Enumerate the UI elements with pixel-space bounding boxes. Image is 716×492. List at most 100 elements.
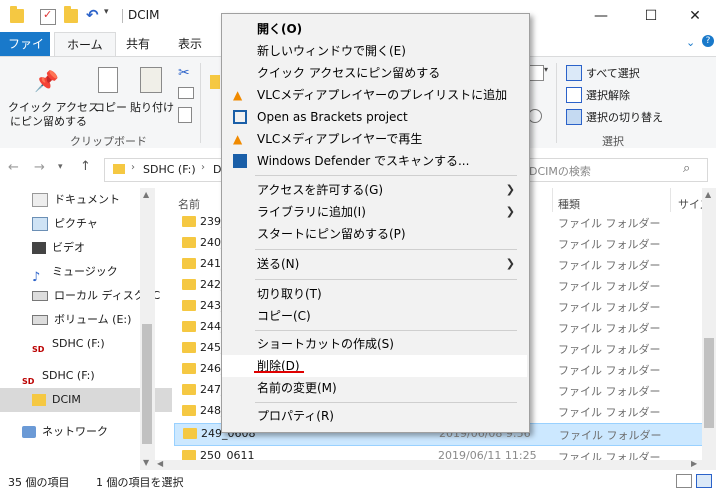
menu-item-cut[interactable]: 切り取り(T) <box>222 283 527 305</box>
paste-icon[interactable] <box>140 67 162 93</box>
select-all-icon[interactable] <box>566 65 582 81</box>
properties-icon[interactable]: ✓ <box>40 8 56 25</box>
vlc-cone-icon: ▲ <box>233 88 243 102</box>
scroll-left-icon[interactable]: ◀ <box>157 459 163 468</box>
select-none-button[interactable]: 選択解除 <box>586 87 630 103</box>
list-item-name: 250_0611 <box>200 449 255 460</box>
scroll-up-icon[interactable]: ▲ <box>705 190 711 199</box>
tab-file[interactable]: ファイル <box>0 32 50 75</box>
menu-item-send-to[interactable]: 送る(N) ❯ <box>222 253 527 275</box>
search-icon[interactable]: ⌕ <box>683 161 690 176</box>
chevron-down-icon[interactable]: ▾ <box>104 7 118 21</box>
menu-item-defender-scan[interactable]: Windows Defender でスキャンする... <box>222 150 527 172</box>
breadcrumb-drive[interactable]: SDHC (F:) <box>143 163 196 176</box>
menu-item-copy[interactable]: コピー(C) <box>222 305 527 327</box>
nav-label: ネットワーク <box>42 425 108 438</box>
navigation-pane: ドキュメント ピクチャ ビデオ ♪ ミュージック ローカル ディスク (C ボリュ… <box>0 188 172 470</box>
menu-item-vlc-play[interactable]: ▲ VLCメディアプレイヤーで再生 <box>222 128 527 150</box>
undo-icon[interactable]: ↶ <box>86 6 100 24</box>
title-divider <box>122 9 123 23</box>
nav-scrollbar[interactable]: ▲ ▼ <box>140 188 155 470</box>
tab-home[interactable]: ホーム <box>54 32 116 57</box>
breadcrumb-chevron-icon[interactable]: › <box>131 162 135 173</box>
address-box[interactable]: › SDHC (F:) › D <box>104 158 226 182</box>
scroll-down-icon[interactable]: ▼ <box>143 458 149 467</box>
menu-item-create-shortcut[interactable]: ショートカットの作成(S) <box>222 333 527 355</box>
large-icons-view-icon[interactable] <box>696 474 712 488</box>
details-view-icon[interactable] <box>676 474 692 488</box>
tab-share[interactable]: 共有 <box>114 32 162 56</box>
menu-item-label: プロパティ(R) <box>257 409 334 423</box>
recent-chevron-icon[interactable]: ▾ <box>58 162 63 172</box>
menu-item-open-brackets[interactable]: Open as Brackets project <box>222 106 527 128</box>
menu-item-vlc-playlist[interactable]: ▲ VLCメディアプレイヤーのプレイリストに追加 <box>222 84 527 106</box>
copy-path-icon[interactable] <box>178 87 194 99</box>
folder-icon <box>182 258 196 269</box>
horizontal-scrollbar[interactable]: ◀ ▶ <box>155 459 702 470</box>
invert-selection-button[interactable]: 選択の切り替え <box>586 109 663 125</box>
nav-item-network[interactable]: ネットワーク <box>0 420 162 444</box>
folder-icon <box>182 321 196 332</box>
column-divider[interactable] <box>670 188 671 212</box>
column-name-header[interactable]: 名前 <box>178 196 200 212</box>
tab-view[interactable]: 表示 <box>166 32 214 56</box>
list-item-type: ファイル フォルダー <box>559 429 662 442</box>
menu-item-add-to-library[interactable]: ライブラリに追加(I) ❯ <box>222 201 527 223</box>
cut-icon[interactable]: ✂ <box>178 65 190 81</box>
status-bar: 35 個の項目 1 個の項目を選択 <box>0 470 716 492</box>
move-icon[interactable] <box>210 75 220 89</box>
help-icon[interactable]: ? <box>702 35 714 47</box>
folder-icon <box>32 394 46 406</box>
scroll-thumb[interactable] <box>142 324 152 444</box>
menu-item-pin-quick-access[interactable]: クイック アクセスにピン留めする <box>222 62 527 84</box>
maximize-button[interactable]: ☐ <box>628 0 674 32</box>
select-none-icon[interactable] <box>566 87 582 103</box>
paste-shortcut-icon[interactable] <box>178 107 192 123</box>
search-box[interactable]: DCIMの検索 ⌕ <box>510 158 708 182</box>
picture-icon <box>32 217 48 231</box>
copy-icon[interactable] <box>98 67 118 93</box>
sd-card-icon: SD <box>32 345 45 354</box>
column-type-header[interactable]: 種類 <box>558 196 580 212</box>
menu-item-open-new-window[interactable]: 新しいウィンドウで開く(E) <box>222 40 527 62</box>
list-item-type: ファイル フォルダー <box>558 385 661 398</box>
menu-separator <box>255 402 517 403</box>
scroll-thumb[interactable] <box>704 338 714 428</box>
open-icon[interactable] <box>528 65 544 81</box>
scroll-up-icon[interactable]: ▲ <box>143 190 149 199</box>
list-item[interactable]: 250_0611 2019/06/11 11:25 ファイル フォルダー <box>174 446 702 460</box>
menu-item-pin-start[interactable]: スタートにピン留めする(P) <box>222 223 527 245</box>
pin-quick-access-label-2[interactable]: にピン留めする <box>10 113 87 129</box>
forward-icon[interactable]: → <box>34 160 45 175</box>
column-divider[interactable] <box>552 188 553 212</box>
select-all-button[interactable]: すべて選択 <box>586 65 640 81</box>
copy-button[interactable]: コピー <box>94 99 127 115</box>
ribbon-separator <box>200 63 201 143</box>
menu-item-label: VLCメディアプレイヤーで再生 <box>257 132 423 146</box>
open-chevron-icon[interactable]: ▾ <box>544 65 548 74</box>
sd-card-icon: SD <box>22 377 35 386</box>
paste-button[interactable]: 貼り付け <box>130 99 174 115</box>
up-icon[interactable]: ↑ <box>80 159 91 174</box>
menu-item-give-access[interactable]: アクセスを許可する(G) ❯ <box>222 179 527 201</box>
menu-item-open[interactable]: 開く(O) <box>222 18 527 40</box>
menu-item-properties[interactable]: プロパティ(R) <box>222 405 527 427</box>
list-scrollbar[interactable]: ▲ <box>702 188 716 470</box>
list-item-type: ファイル フォルダー <box>558 217 661 230</box>
invert-selection-icon[interactable] <box>566 109 582 125</box>
history-icon[interactable] <box>528 109 542 123</box>
scroll-right-icon[interactable]: ▶ <box>691 459 697 468</box>
nav-item-sdhc-tree[interactable]: SD SDHC (F:) <box>0 364 162 388</box>
close-button[interactable]: ✕ <box>672 0 716 32</box>
menu-item-rename[interactable]: 名前の変更(M) <box>222 377 527 399</box>
new-folder-icon[interactable] <box>64 6 78 23</box>
breadcrumb-chevron-icon[interactable]: › <box>201 162 205 173</box>
pin-icon[interactable]: 📌 <box>34 69 59 93</box>
ribbon-collapse-icon[interactable]: ⌄ <box>686 36 695 49</box>
nav-label: ピクチャ <box>54 217 98 230</box>
menu-item-delete[interactable]: 削除(D) <box>222 355 527 377</box>
minimize-button[interactable]: — <box>578 0 624 32</box>
search-input[interactable]: DCIMの検索 <box>529 163 591 179</box>
back-icon[interactable]: ← <box>8 160 19 175</box>
ribbon-separator-2 <box>556 63 557 143</box>
